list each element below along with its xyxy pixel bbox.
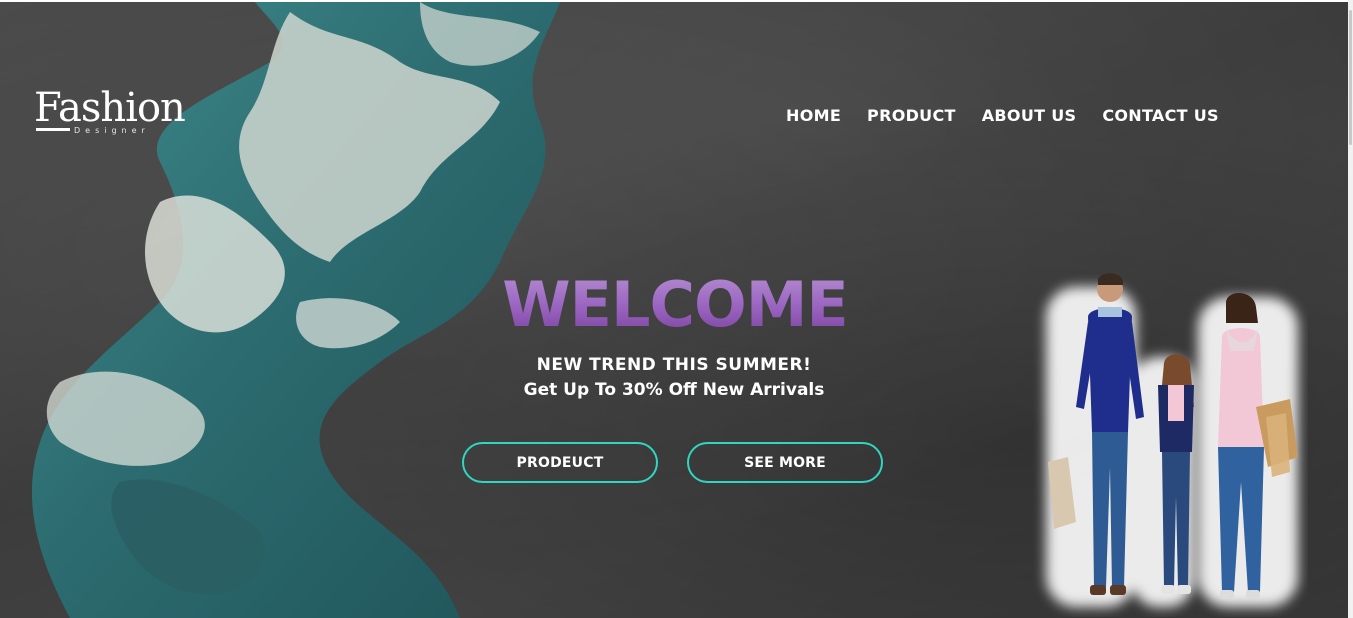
- page-scrollbar[interactable]: [1348, 0, 1353, 618]
- family-shopping-image: [1046, 273, 1298, 607]
- logo-sub-text: Designer: [74, 126, 150, 135]
- fashion-designer-logo[interactable]: Fashion Designer: [34, 86, 186, 142]
- nav-item-contact-us[interactable]: CONTACT US: [1102, 106, 1219, 125]
- hero-offer-text: Get Up To 30% Off New Arrivals: [523, 380, 825, 400]
- nav-item-home[interactable]: HOME: [786, 106, 841, 125]
- product-button[interactable]: PRODEUCT: [462, 442, 658, 483]
- scrollbar-thumb[interactable]: [1349, 10, 1352, 145]
- nav-item-about-us[interactable]: ABOUT US: [982, 106, 1077, 125]
- hero-section: Fashion Designer HOME PRODUCT ABOUT US C…: [0, 2, 1348, 618]
- logo-underline: [36, 128, 70, 131]
- hero-tagline: NEW TREND THIS SUMMER!: [536, 355, 812, 375]
- see-more-button[interactable]: SEE MORE: [687, 442, 883, 483]
- logo-main-text: Fashion: [34, 85, 186, 131]
- nav-item-product[interactable]: PRODUCT: [867, 106, 956, 125]
- hero-heading: WELCOME: [500, 270, 850, 340]
- main-nav: HOME PRODUCT ABOUT US CONTACT US: [786, 106, 1219, 125]
